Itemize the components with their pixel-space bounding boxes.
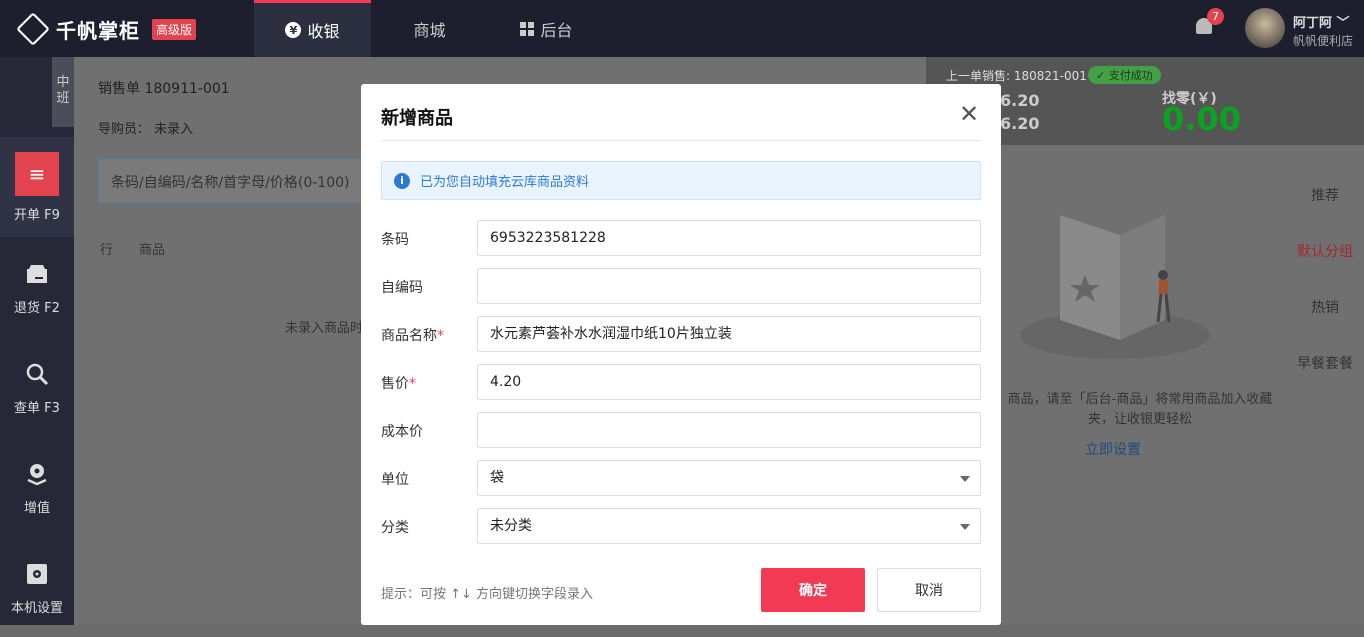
user-menu[interactable]: 阿丁阿 ﹀ bbox=[1293, 12, 1350, 31]
gear-icon bbox=[22, 559, 52, 589]
search-icon bbox=[22, 359, 52, 389]
notification-badge: 7 bbox=[1207, 8, 1224, 25]
received-amount: 6.20 bbox=[1000, 91, 1040, 110]
category-select[interactable]: 未分类 bbox=[477, 508, 981, 544]
grid-icon bbox=[520, 21, 535, 36]
barcode-label: 条码 bbox=[381, 232, 409, 248]
tab-breakfast[interactable]: 早餐套餐 bbox=[1290, 353, 1360, 373]
column-row: 行 bbox=[100, 243, 114, 258]
sidebar: ≡ 开单 F9 退货 F2 查单 F3 增值 本机设置 bbox=[0, 57, 74, 625]
paid-amount: 6.20 bbox=[1000, 114, 1040, 133]
nav-mall[interactable]: 商城 bbox=[371, 0, 488, 57]
sidebar-item-settings[interactable]: 本机设置 bbox=[0, 537, 74, 637]
autofill-notice: i 已为您自动填充云库商品资料 bbox=[381, 161, 981, 200]
confirm-button[interactable]: 确定 bbox=[761, 568, 865, 612]
cancel-button[interactable]: 取消 bbox=[877, 568, 981, 612]
custom-code-field[interactable] bbox=[477, 268, 981, 304]
top-bar: 千帆掌柜 高级版 ¥ 收银 商城 后台 7 阿丁阿 ﹀ 帆帆便利店 bbox=[0, 0, 1364, 57]
product-search-input[interactable]: 条码/自编码/名称/首字母/价格(0-100) bbox=[98, 159, 368, 203]
price-field[interactable]: 4.20 bbox=[477, 364, 981, 400]
info-icon: i bbox=[394, 172, 410, 189]
favorites-empty-note: 商品，请至「后台-商品」将常用商品加入收藏夹，让收银更轻松 bbox=[1007, 392, 1273, 427]
price-label-text: 售价 bbox=[381, 376, 409, 392]
cost-field[interactable] bbox=[477, 412, 981, 448]
guide-staff[interactable]: 导购员： 未录入 bbox=[98, 118, 193, 137]
autofill-notice-text: 已为您自动填充云库商品资料 bbox=[420, 175, 590, 190]
sidebar-item-value-added[interactable]: 增值 bbox=[0, 437, 74, 537]
previous-sale: 上一单销售: 180821-001 bbox=[946, 69, 1087, 83]
shift-tab[interactable]: 中班 bbox=[52, 57, 74, 127]
main-nav: ¥ 收银 商城 后台 bbox=[254, 0, 605, 57]
sale-number: 销售单 180911-001 bbox=[98, 81, 230, 97]
tab-hot[interactable]: 热销 bbox=[1290, 297, 1360, 317]
sidebar-item-new-order[interactable]: ≡ 开单 F9 bbox=[0, 137, 74, 237]
change-value: 0.00 bbox=[1162, 100, 1241, 138]
product-name-label-text: 商品名称 bbox=[381, 328, 437, 344]
sidebar-item-label: 开单 F9 bbox=[14, 207, 60, 223]
dialog-title: 新增商品 bbox=[381, 108, 453, 129]
sidebar-item-label: 增值 bbox=[23, 500, 50, 516]
nav-cashier[interactable]: ¥ 收银 bbox=[254, 0, 371, 57]
category-label: 分类 bbox=[381, 520, 409, 536]
column-product: 商品 bbox=[139, 243, 166, 258]
sidebar-item-return[interactable]: 退货 F2 bbox=[0, 237, 74, 337]
user-name: 阿丁阿 bbox=[1293, 16, 1333, 31]
barcode-field[interactable]: 6953223581228 bbox=[477, 220, 981, 256]
nav-cashier-label: 收银 bbox=[307, 22, 340, 41]
unit-select[interactable]: 袋 bbox=[477, 460, 981, 496]
sidebar-item-label: 本机设置 bbox=[10, 600, 63, 616]
tab-recommended[interactable]: 推荐 bbox=[1290, 185, 1360, 205]
edition-badge: 高级版 bbox=[152, 18, 197, 40]
payment-status-badge: ✓ 支付成功 bbox=[1088, 66, 1161, 84]
tab-default-group[interactable]: 默认分组 bbox=[1290, 241, 1360, 261]
empty-illustration bbox=[1015, 190, 1215, 360]
product-name-field[interactable]: 水元素芦荟补水水润湿巾纸10片独立装 bbox=[477, 316, 981, 352]
setup-now-link[interactable]: 立即设置 bbox=[1085, 439, 1141, 459]
app-logo: 千帆掌柜 高级版 bbox=[16, 12, 197, 46]
price-label: 售价* bbox=[381, 373, 416, 393]
order-table-header: 行 商品 bbox=[100, 239, 165, 258]
return-icon bbox=[22, 259, 52, 289]
avatar[interactable] bbox=[1245, 8, 1285, 48]
sidebar-item-label: 查单 F3 bbox=[14, 400, 60, 416]
close-icon[interactable]: ✕ bbox=[959, 102, 979, 126]
sidebar-item-query[interactable]: 查单 F3 bbox=[0, 337, 74, 437]
logo-text: 千帆掌柜 bbox=[56, 18, 140, 43]
unit-label: 单位 bbox=[381, 472, 409, 488]
logo-icon bbox=[16, 12, 50, 46]
chevron-down-icon: ﹀ bbox=[1332, 16, 1350, 31]
product-name-label: 商品名称* bbox=[381, 325, 444, 345]
yen-coin-icon: ¥ bbox=[285, 22, 302, 38]
store-name: 帆帆便利店 bbox=[1293, 34, 1354, 48]
custom-code-label: 自编码 bbox=[381, 280, 423, 296]
value-added-icon bbox=[22, 459, 52, 489]
nav-backend-label: 后台 bbox=[540, 20, 573, 40]
add-product-dialog: 新增商品 ✕ i 已为您自动填充云库商品资料 条码 6953223581228 … bbox=[361, 84, 1001, 625]
nav-mall-label: 商城 bbox=[413, 20, 446, 40]
divider bbox=[381, 140, 981, 141]
cost-label: 成本价 bbox=[381, 424, 423, 440]
required-mark: * bbox=[437, 328, 444, 344]
empty-order-note: 未录入商品时 bbox=[285, 321, 364, 336]
sidebar-item-label: 退货 F2 bbox=[14, 300, 60, 316]
required-mark: * bbox=[409, 376, 416, 392]
keyboard-hint: 提示：可按 ↑↓ 方向键切换字段录入 bbox=[381, 587, 594, 602]
receipt-icon: ≡ bbox=[15, 151, 59, 196]
nav-backend[interactable]: 后台 bbox=[488, 0, 605, 57]
